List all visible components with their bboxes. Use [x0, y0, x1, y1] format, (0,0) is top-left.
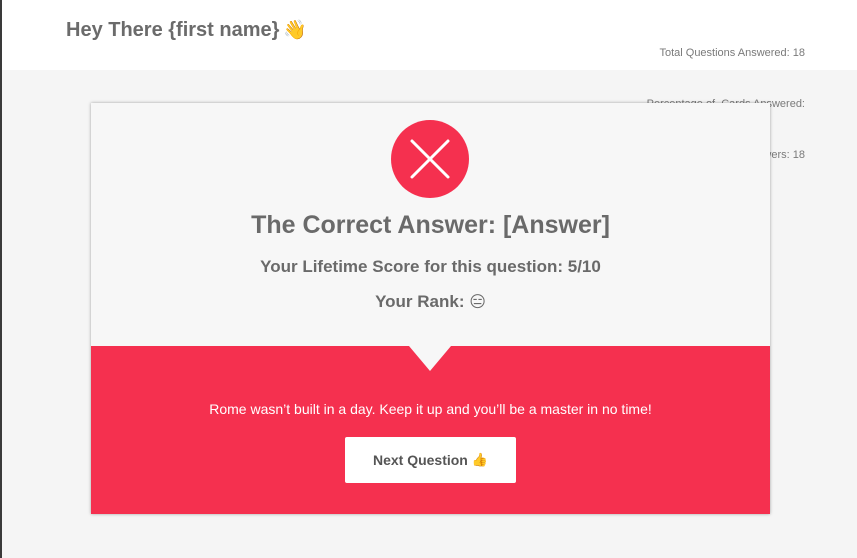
next-question-label: Next Question: [372, 452, 468, 468]
feedback-panel: Rome wasn’t built in a day. Keep it up a…: [91, 346, 770, 514]
close-icon: [391, 120, 469, 198]
result-card: The Correct Answer: [Answer] Your Lifeti…: [91, 103, 770, 514]
rank-line: Your Rank: 😑: [91, 292, 770, 312]
lifetime-score: Your Lifetime Score for this question: 5…: [260, 257, 601, 276]
total-questions-answered: Total Questions Answered: 18: [659, 47, 805, 59]
waving-hand-icon: 👋: [283, 20, 308, 41]
top-header: Hey There {first name} 👋 Total Questions…: [2, 0, 857, 161]
next-question-button[interactable]: Next Question 👍: [345, 437, 516, 483]
greeting-text: Hey There {first name}: [66, 19, 280, 41]
rank-label: Your Rank:: [375, 292, 465, 311]
encouragement-message: Rome wasn’t built in a day. Keep it up a…: [209, 401, 652, 417]
expressionless-face-icon: 😑: [469, 294, 486, 311]
window-edge: [0, 0, 2, 558]
greeting-heading: Hey There {first name} 👋: [66, 19, 307, 42]
thumbs-up-icon: 👍: [471, 452, 489, 467]
correct-answer-title: The Correct Answer: [Answer]: [251, 211, 610, 239]
panel-pointer: [409, 346, 451, 371]
